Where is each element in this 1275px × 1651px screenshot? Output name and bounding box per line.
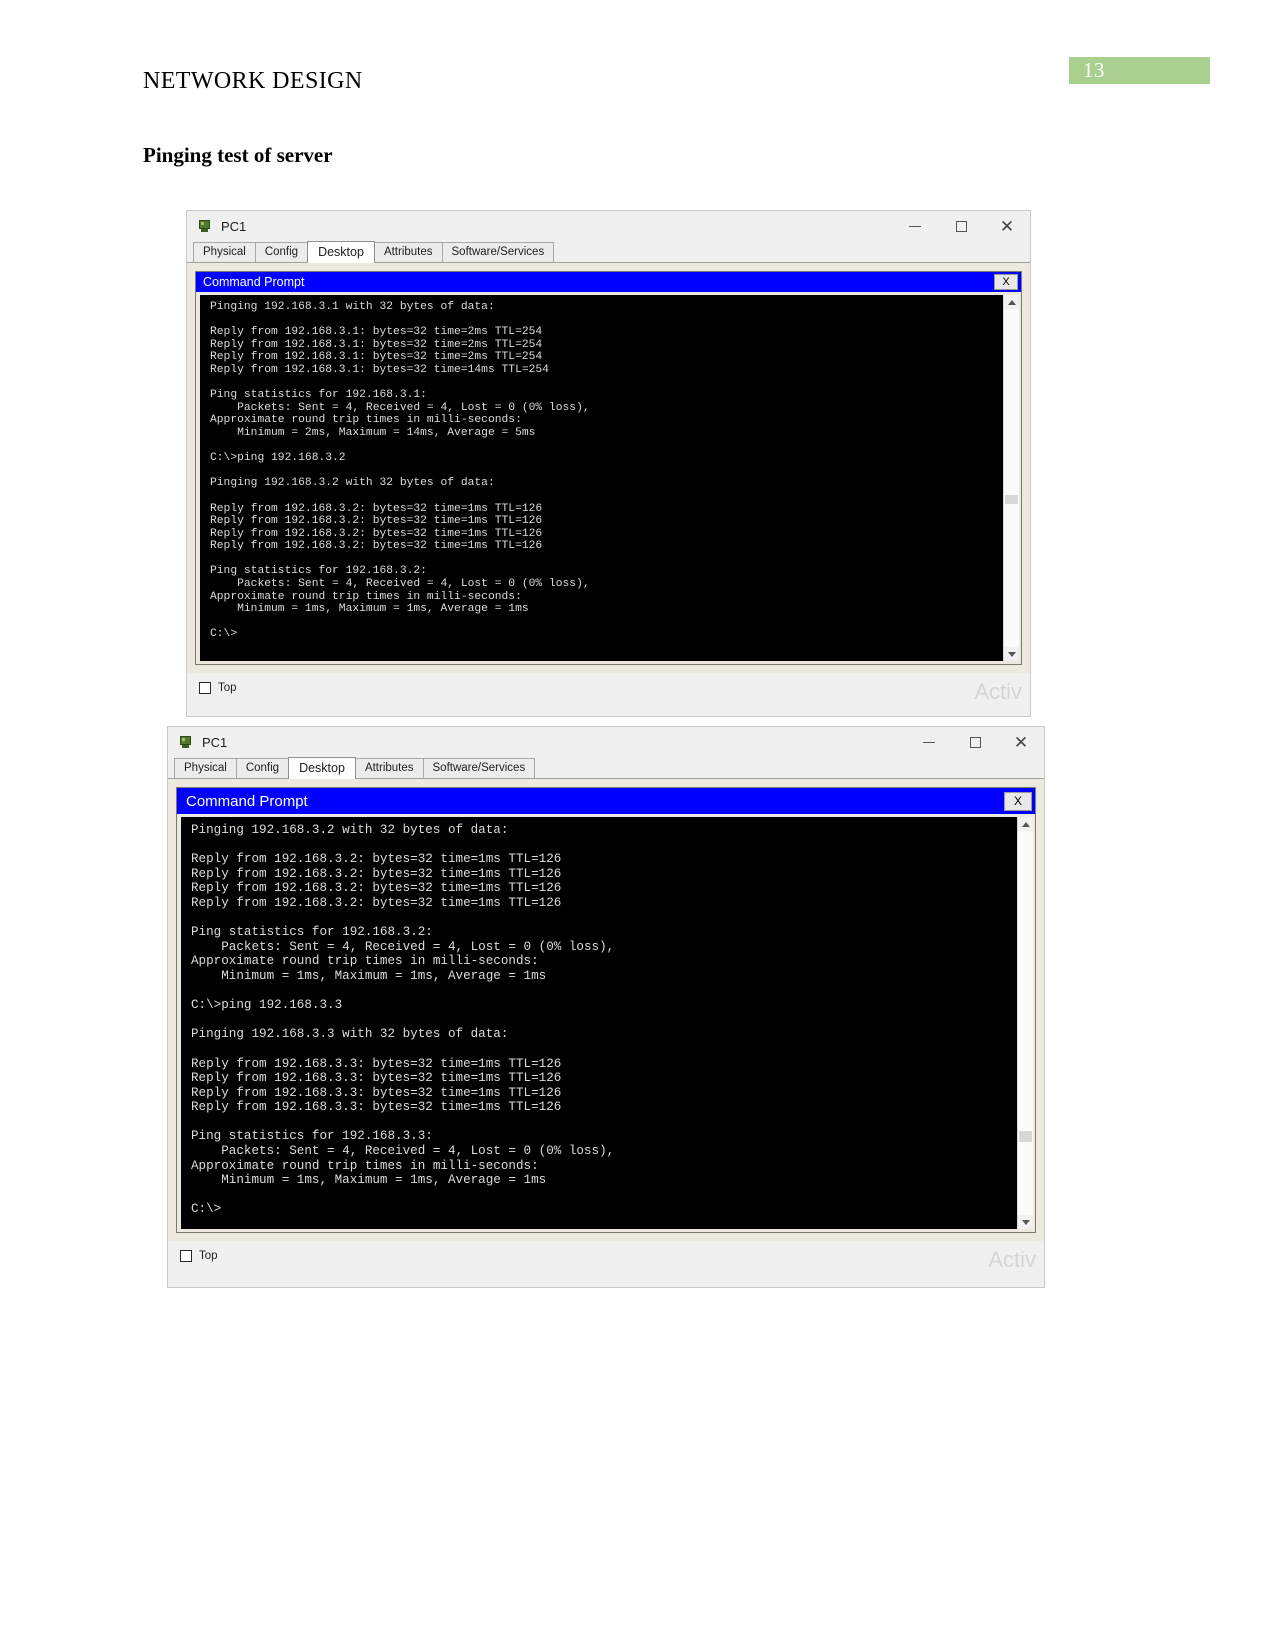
scroll-thumb[interactable] [1005,494,1018,504]
pc-device-icon [197,218,213,234]
top-checkbox-label: Top [199,1250,218,1262]
activate-windows-watermark: Activ [974,679,1022,704]
tab-config[interactable]: Config [254,242,309,262]
tab-physical[interactable]: Physical [193,242,256,262]
pc-device-icon [178,734,194,750]
page-title: Pinging test of server [143,143,333,167]
document-header-title: NETWORK DESIGN [143,68,363,94]
command-prompt-close-button[interactable]: X [994,274,1018,290]
page-number-badge: 13 [1069,57,1210,84]
desktop-pane: Command Prompt X Pinging 192.168.3.1 wit… [187,263,1030,673]
tab-desktop[interactable]: Desktop [288,757,356,779]
activate-windows-watermark: Activ [988,1247,1036,1272]
window-footer: Top Activ [168,1241,1044,1272]
pc1-window-bottom: PC1 ✕ Physical Config Desktop Attributes… [167,726,1045,1288]
tab-software-services[interactable]: Software/Services [441,242,555,262]
tab-strip: Physical Config Desktop Attributes Softw… [187,241,1030,263]
scroll-down-arrow-icon[interactable] [1018,1215,1033,1229]
tab-strip: Physical Config Desktop Attributes Softw… [168,757,1044,779]
command-prompt-titlebar: Command Prompt X [177,788,1035,814]
scroll-track[interactable] [1018,831,1033,1215]
command-prompt-window: Command Prompt X Pinging 192.168.3.2 wit… [176,787,1036,1233]
tab-desktop[interactable]: Desktop [307,241,375,263]
command-prompt-title: Command Prompt [186,792,308,810]
window-controls: ✕ [906,727,1044,757]
top-checkbox-label: Top [218,682,237,694]
maximize-button[interactable] [938,211,984,241]
window-titlebar[interactable]: PC1 ✕ [187,211,1030,241]
window-titlebar[interactable]: PC1 ✕ [168,727,1044,757]
window-footer: Top Activ [187,673,1030,704]
command-prompt-titlebar: Command Prompt X [196,272,1021,292]
close-button[interactable]: ✕ [998,727,1044,757]
tab-software-services[interactable]: Software/Services [422,758,536,778]
maximize-button[interactable] [952,727,998,757]
scroll-thumb[interactable] [1019,1130,1032,1142]
scroll-up-arrow-icon[interactable] [1004,295,1019,309]
terminal-scrollbar[interactable] [1003,295,1019,661]
top-checkbox[interactable] [199,682,211,694]
tab-attributes[interactable]: Attributes [373,242,443,262]
desktop-pane: Command Prompt X Pinging 192.168.3.2 wit… [168,779,1044,1241]
terminal-output[interactable]: Pinging 192.168.3.1 with 32 bytes of dat… [200,295,1003,661]
pc1-window-top: PC1 ✕ Physical Config Desktop Attributes… [186,210,1031,717]
tab-physical[interactable]: Physical [174,758,237,778]
window-controls: ✕ [892,211,1030,241]
command-prompt-window: Command Prompt X Pinging 192.168.3.1 wit… [195,271,1022,665]
scroll-track[interactable] [1004,309,1019,647]
terminal-scrollbar[interactable] [1017,817,1033,1229]
terminal-output[interactable]: Pinging 192.168.3.2 with 32 bytes of dat… [181,817,1017,1229]
close-button[interactable]: ✕ [984,211,1030,241]
tab-attributes[interactable]: Attributes [354,758,424,778]
top-checkbox[interactable] [180,1250,192,1262]
tab-config[interactable]: Config [235,758,290,778]
minimize-button[interactable] [906,727,952,757]
scroll-up-arrow-icon[interactable] [1018,817,1033,831]
scroll-down-arrow-icon[interactable] [1004,647,1019,661]
window-title: PC1 [221,218,247,234]
window-title: PC1 [202,734,228,750]
command-prompt-title: Command Prompt [203,275,305,289]
minimize-button[interactable] [892,211,938,241]
command-prompt-close-button[interactable]: X [1004,791,1032,811]
